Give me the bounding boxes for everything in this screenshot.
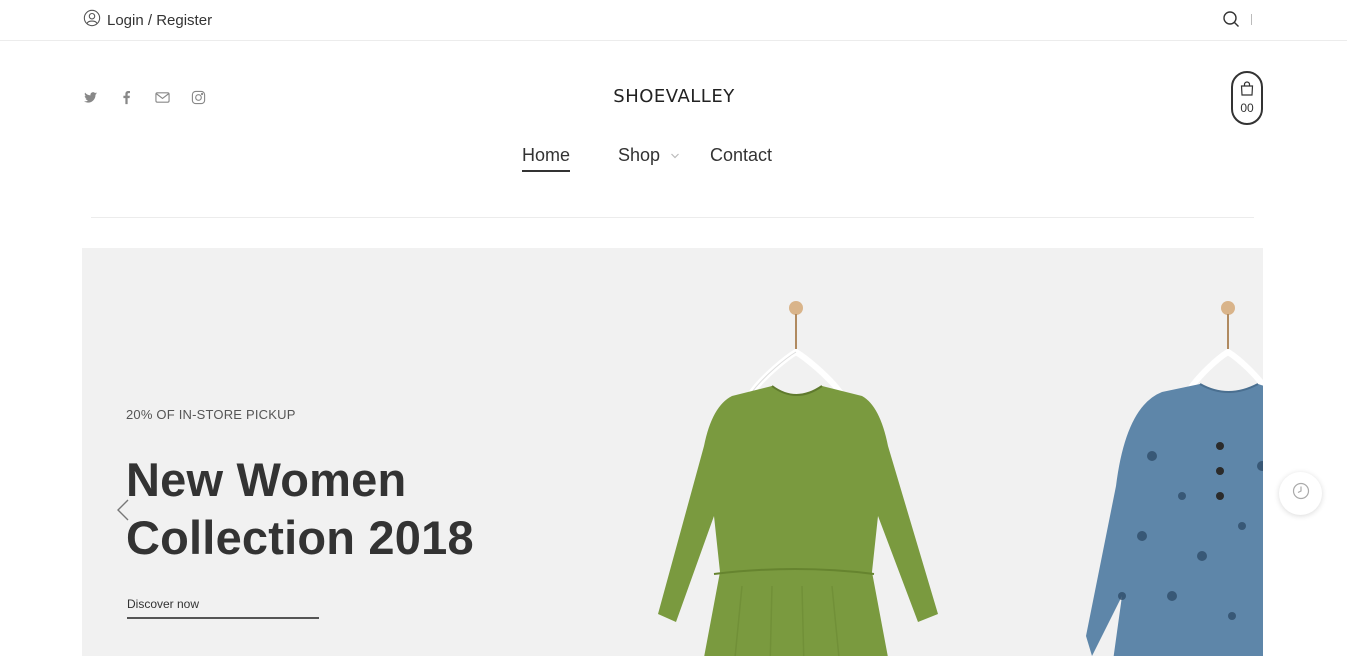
- user-icon: [83, 9, 101, 31]
- hero-subtitle: 20% OF IN-STORE PICKUP: [126, 407, 296, 422]
- discover-now-link[interactable]: Discover now: [127, 597, 199, 611]
- nav-item-shop[interactable]: Shop: [618, 145, 660, 166]
- cart-count: 00: [1240, 101, 1254, 115]
- social-links: [82, 89, 226, 105]
- main-nav: Home Shop Contact: [0, 145, 1347, 175]
- nav-item-home[interactable]: Home: [522, 145, 571, 172]
- search-icon[interactable]: [1222, 10, 1240, 28]
- login-register-label: Login / Register: [107, 11, 213, 29]
- topbar-divider: [1251, 14, 1252, 25]
- clock-icon: [1292, 482, 1310, 505]
- history-button[interactable]: [1279, 472, 1322, 515]
- top-bar: Login / Register: [0, 0, 1347, 41]
- twitter-icon[interactable]: [82, 89, 98, 105]
- chevron-down-icon[interactable]: [670, 152, 680, 160]
- hero-slider: 20% OF IN-STORE PICKUP New Women Collect…: [82, 248, 1263, 656]
- facebook-icon[interactable]: [118, 89, 134, 105]
- nav-item-contact[interactable]: Contact: [710, 145, 772, 166]
- chevron-left-icon[interactable]: [115, 498, 131, 522]
- cart-button[interactable]: 00: [1231, 71, 1263, 125]
- discover-underline: [127, 617, 319, 619]
- instagram-icon[interactable]: [190, 89, 206, 105]
- green-dress-image: [658, 301, 938, 656]
- site-logo[interactable]: SHOEVALLEY: [604, 86, 744, 107]
- login-register-link[interactable]: Login / Register: [83, 9, 212, 31]
- mail-icon[interactable]: [154, 89, 170, 105]
- blue-dress-image: [1086, 301, 1263, 656]
- header-divider: [91, 217, 1254, 218]
- hero-title-line2: Collection 2018: [126, 511, 474, 564]
- hero-title: New Women Collection 2018: [126, 451, 474, 567]
- shopping-bag-icon: [1240, 81, 1254, 101]
- hero-title-line1: New Women: [126, 453, 407, 506]
